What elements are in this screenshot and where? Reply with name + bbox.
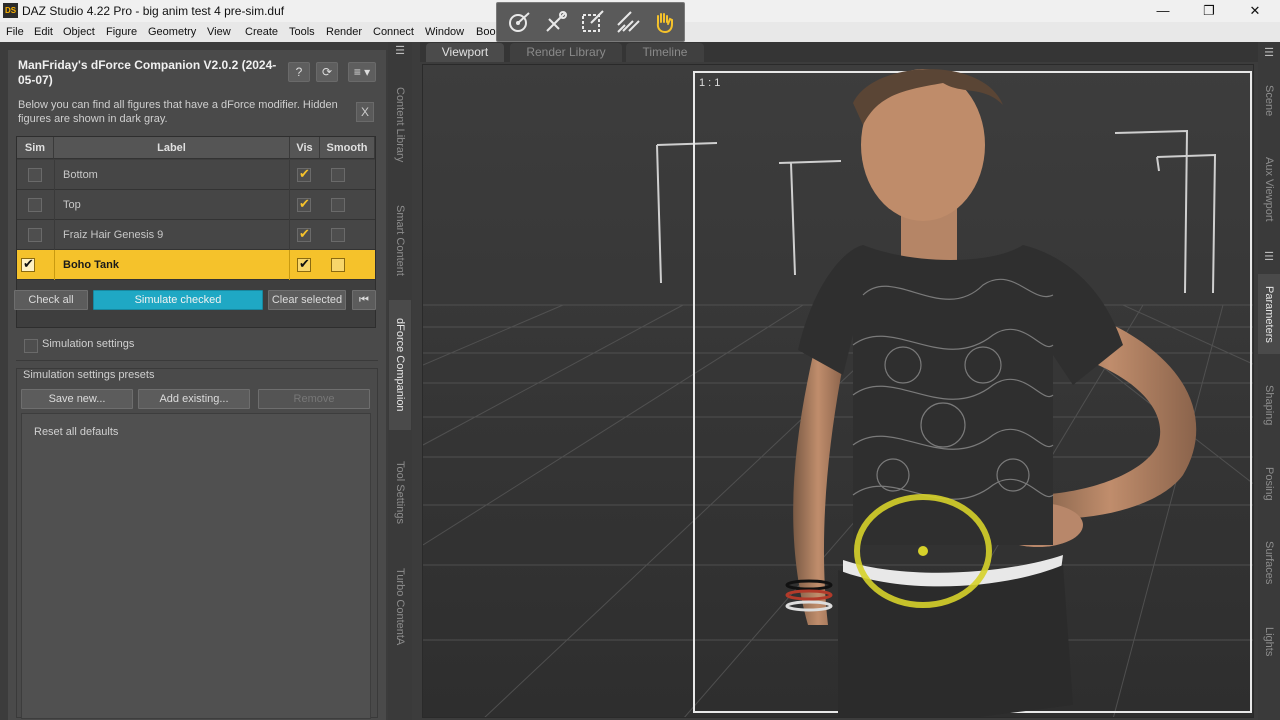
column-header-vis[interactable]: Vis bbox=[290, 137, 320, 159]
left-tab-strip: ☰ Content Library Smart Content dForce C… bbox=[388, 42, 412, 720]
sim-checkbox[interactable] bbox=[28, 228, 42, 242]
gizmo-center bbox=[918, 546, 928, 556]
tab-scene[interactable]: Scene bbox=[1258, 76, 1280, 126]
menu-create[interactable]: Create bbox=[245, 26, 278, 38]
refresh-button[interactable]: ⟳ bbox=[316, 62, 338, 82]
minimize-button[interactable]: — bbox=[1140, 1, 1186, 21]
tab-viewport[interactable]: Viewport bbox=[426, 43, 504, 62]
smooth-checkbox[interactable] bbox=[331, 198, 345, 212]
figure-label: Bottom bbox=[54, 160, 290, 190]
simulation-settings-group: Simulation settings bbox=[16, 331, 378, 361]
tab-shaping[interactable]: Shaping bbox=[1258, 370, 1280, 440]
menu-file[interactable]: File bbox=[6, 26, 24, 38]
presets-list: Reset all defaults bbox=[21, 413, 371, 719]
universal-tool-icon[interactable] bbox=[505, 9, 535, 37]
vis-checkbox[interactable] bbox=[297, 256, 311, 272]
tab-timeline[interactable]: Timeline bbox=[626, 43, 704, 62]
table-row[interactable]: Top bbox=[17, 190, 375, 220]
menu-edit[interactable]: Edit bbox=[34, 26, 53, 38]
tab-lights[interactable]: Lights bbox=[1258, 612, 1280, 672]
figure-label: Fraiz Hair Genesis 9 bbox=[54, 220, 290, 250]
tab-parameters[interactable]: Parameters bbox=[1258, 274, 1280, 354]
menu-figure[interactable]: Figure bbox=[106, 26, 137, 38]
simulate-checked-button[interactable]: Simulate checked bbox=[93, 290, 263, 310]
smooth-checkbox[interactable] bbox=[331, 258, 345, 272]
remove-button[interactable]: Remove bbox=[258, 389, 370, 409]
add-existing-button[interactable]: Add existing... bbox=[138, 389, 250, 409]
brush-tool-icon[interactable] bbox=[613, 9, 643, 37]
simulation-settings-checkbox[interactable] bbox=[24, 339, 38, 353]
vis-checkbox[interactable] bbox=[297, 226, 311, 242]
smooth-checkbox[interactable] bbox=[331, 168, 345, 182]
check-all-button[interactable]: Check all bbox=[14, 290, 88, 310]
save-new-button[interactable]: Save new... bbox=[21, 389, 133, 409]
column-header-sim[interactable]: Sim bbox=[17, 137, 54, 159]
node-select-tool-icon[interactable] bbox=[577, 9, 607, 37]
menu-object[interactable]: Object bbox=[63, 26, 95, 38]
sim-checkbox[interactable] bbox=[28, 168, 42, 182]
tab-turbo-content[interactable]: Turbo ContentA bbox=[389, 552, 411, 662]
menu-connect[interactable]: Connect bbox=[373, 26, 414, 38]
skip-first-button[interactable]: ⏮ bbox=[352, 290, 376, 310]
menu-geometry[interactable]: Geometry bbox=[148, 26, 196, 38]
right-tab-strip: ☰ Scene Aux Viewport ☰ Parameters Shapin… bbox=[1258, 42, 1280, 720]
table-row-selected[interactable]: Boho Tank bbox=[17, 250, 375, 280]
strip-menu-icon[interactable]: ☰ bbox=[390, 44, 410, 58]
daz-app-icon: DS bbox=[3, 3, 18, 18]
tab-smart-content[interactable]: Smart Content bbox=[389, 190, 411, 290]
vis-checkbox[interactable] bbox=[297, 196, 311, 212]
pane-title: ManFriday's dForce Companion V2.0.2 (202… bbox=[18, 58, 277, 87]
close-button[interactable]: ✕ bbox=[1232, 1, 1278, 21]
presets-label: Simulation settings presets bbox=[23, 369, 155, 381]
tab-tool-settings[interactable]: Tool Settings bbox=[389, 442, 411, 542]
3d-viewport[interactable]: 1 : 1 bbox=[422, 64, 1254, 718]
menu-render[interactable]: Render bbox=[326, 26, 362, 38]
strip-menu-icon[interactable]: ☰ bbox=[1259, 250, 1279, 264]
tool-toolbar bbox=[496, 2, 685, 42]
transform-tool-icon[interactable] bbox=[541, 9, 571, 37]
dforce-companion-pane: ManFriday's dForce Companion V2.0.2 (202… bbox=[8, 50, 386, 720]
menu-tools[interactable]: Tools bbox=[289, 26, 315, 38]
presets-group: Simulation settings presets Save new... … bbox=[16, 368, 378, 719]
tab-render-library[interactable]: Render Library bbox=[510, 43, 622, 62]
tab-aux-viewport[interactable]: Aux Viewport bbox=[1258, 142, 1280, 237]
tab-dforce-companion[interactable]: dForce Companion bbox=[389, 300, 411, 430]
maximize-button[interactable]: ❐ bbox=[1186, 1, 1232, 21]
pane-menu-button[interactable]: ≡ ▾ bbox=[348, 62, 376, 82]
viewport-tab-bar: Viewport Render Library Timeline bbox=[420, 42, 1258, 62]
tab-surfaces[interactable]: Surfaces bbox=[1258, 528, 1280, 598]
clear-selected-button[interactable]: Clear selected bbox=[268, 290, 346, 310]
description-text: Below you can find all figures that have… bbox=[18, 99, 338, 125]
column-header-label[interactable]: Label bbox=[54, 137, 290, 159]
menu-bookmarks[interactable]: Boo bbox=[476, 26, 496, 38]
table-row[interactable]: Bottom bbox=[17, 160, 375, 190]
figure-label: Boho Tank bbox=[54, 250, 290, 280]
strip-menu-icon[interactable]: ☰ bbox=[1259, 46, 1279, 60]
hand-tool-icon[interactable] bbox=[649, 9, 679, 37]
tab-posing[interactable]: Posing bbox=[1258, 454, 1280, 514]
column-header-smooth[interactable]: Smooth bbox=[320, 137, 375, 159]
figure-label: Top bbox=[54, 190, 290, 220]
smooth-checkbox[interactable] bbox=[331, 228, 345, 242]
vis-checkbox[interactable] bbox=[297, 166, 311, 182]
help-button[interactable]: ? bbox=[288, 62, 310, 82]
menu-window[interactable]: Window bbox=[425, 26, 464, 38]
menu-view[interactable]: View bbox=[207, 26, 231, 38]
close-description-button[interactable]: X bbox=[356, 102, 374, 122]
list-item[interactable]: Reset all defaults bbox=[34, 426, 118, 438]
simulation-settings-label: Simulation settings bbox=[42, 338, 135, 350]
aspect-ratio-label: 1 : 1 bbox=[699, 77, 721, 89]
viewport-scene bbox=[423, 65, 1253, 717]
daz-studio-window: DS DAZ Studio 4.22 Pro - big anim test 4… bbox=[0, 0, 1280, 720]
window-title: DAZ Studio 4.22 Pro - big anim test 4 pr… bbox=[22, 4, 285, 18]
sim-checkbox[interactable] bbox=[21, 256, 35, 272]
table-row[interactable]: Fraiz Hair Genesis 9 bbox=[17, 220, 375, 250]
sim-checkbox[interactable] bbox=[28, 198, 42, 212]
tab-content-library[interactable]: Content Library bbox=[389, 70, 411, 180]
